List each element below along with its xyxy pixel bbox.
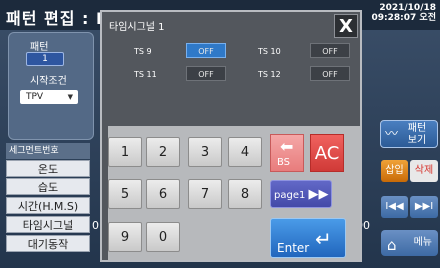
key-0[interactable]: 0 xyxy=(146,222,180,252)
clock: 2021/10/18 09:28:07 오전 xyxy=(372,3,436,23)
start-condition-value: TPV xyxy=(26,92,44,102)
ts-11-label: TS 11 xyxy=(134,70,157,79)
clock-date: 2021/10/18 xyxy=(379,3,436,13)
backspace-label: BS xyxy=(277,157,291,168)
pattern-number-field[interactable]: 1 xyxy=(26,52,64,66)
home-icon: ⌂ xyxy=(387,236,397,254)
ts-12-toggle[interactable]: OFF xyxy=(310,66,350,81)
clear-key[interactable]: AC xyxy=(310,134,344,172)
enter-label: Enter xyxy=(277,241,310,255)
key-2[interactable]: 2 xyxy=(146,137,180,167)
enter-key[interactable]: Enter ↵ xyxy=(270,218,346,258)
key-6[interactable]: 6 xyxy=(146,179,180,209)
segment-number-header: 세그먼트번호 xyxy=(6,143,90,159)
chevron-down-icon: ▼ xyxy=(67,93,73,101)
key-1[interactable]: 1 xyxy=(108,137,142,167)
previous-button[interactable]: I◀◀ xyxy=(381,196,408,218)
time-signal-dialog: 타임시그널 1 X TS 9 OFF TS 10 OFF TS 11 OFF T… xyxy=(100,10,362,262)
enter-arrow-icon: ↵ xyxy=(315,227,332,251)
ts-10-toggle[interactable]: OFF xyxy=(310,43,350,58)
ts-9-label: TS 9 xyxy=(134,47,152,56)
key-3[interactable]: 3 xyxy=(188,137,222,167)
page-title: 패턴 편집 : N xyxy=(6,9,111,28)
ts-9-toggle[interactable]: OFF xyxy=(186,43,226,58)
close-button[interactable]: X xyxy=(334,14,358,38)
ts-12-label: TS 12 xyxy=(258,70,281,79)
row-label-wait-action: 대기동작 xyxy=(6,235,90,252)
next-button[interactable]: ▶▶I xyxy=(410,196,438,218)
clock-time: 09:28:07 오전 xyxy=(371,13,436,23)
page-key[interactable]: page1 ▶▶ xyxy=(270,180,332,208)
ts-11-toggle[interactable]: OFF xyxy=(186,66,226,81)
grid-cell-value: 0 xyxy=(92,219,99,232)
menu-button[interactable]: ⌂ 메뉴 xyxy=(381,230,438,256)
page-label: page1 xyxy=(274,190,306,201)
insert-button[interactable]: 삽입 xyxy=(381,160,408,182)
row-label-time-signal: 타임시그널 xyxy=(6,216,90,233)
key-8[interactable]: 8 xyxy=(228,179,262,209)
menu-label: 메뉴 xyxy=(413,237,432,248)
row-label-humidity: 습도 xyxy=(6,178,90,195)
key-5[interactable]: 5 xyxy=(108,179,142,209)
pattern-view-button[interactable]: 〰 패턴 보기 xyxy=(380,120,438,148)
key-7[interactable]: 7 xyxy=(188,179,222,209)
start-condition-select[interactable]: TPV ▼ xyxy=(20,90,78,104)
row-label-temperature: 온도 xyxy=(6,160,90,177)
key-9[interactable]: 9 xyxy=(108,222,142,252)
chart-line-icon: 〰 xyxy=(385,127,399,142)
backspace-key[interactable]: ⬅ BS xyxy=(270,134,304,172)
ts-10-label: TS 10 xyxy=(258,47,281,56)
start-condition-label: 시작조건 xyxy=(30,76,67,87)
pattern-label: 패턴 xyxy=(30,42,49,53)
arrow-left-icon: ⬅ xyxy=(280,137,294,156)
numeric-keypad: 1 2 3 4 ⬅ BS AC 5 6 7 8 page1 ▶▶ 9 0 Ent… xyxy=(108,126,360,260)
dialog-title: 타임시그널 1 xyxy=(109,22,165,33)
key-4[interactable]: 4 xyxy=(228,137,262,167)
pattern-view-label: 패턴 보기 xyxy=(407,123,427,146)
row-label-time: 시간(H.M.S) xyxy=(6,197,90,214)
double-arrow-right-icon: ▶▶ xyxy=(308,187,329,202)
delete-button[interactable]: 삭제 xyxy=(410,160,438,182)
